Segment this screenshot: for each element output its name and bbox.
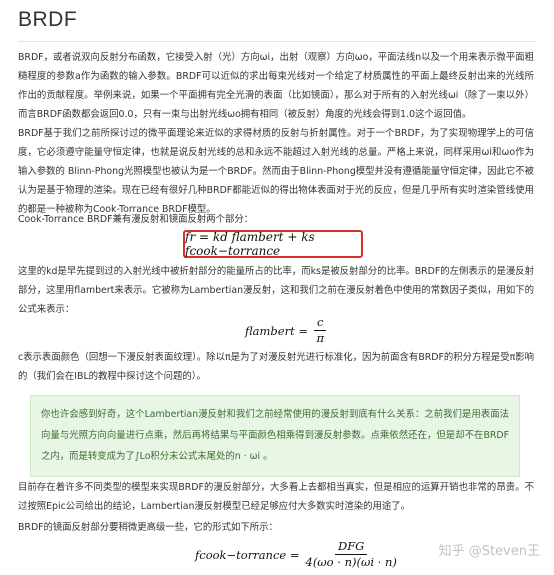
paragraph-brdf-intro: BRDF，或者说双向反射分布函数，它接受入射（光）方向ωi，出射（观察）方向ωo… — [18, 52, 534, 120]
equation-lambert-denominator: π — [316, 331, 325, 345]
equation-cook-torrance-denominator: 4(ωo · n)(ωi · n) — [305, 555, 397, 569]
paragraph-energy-conservation: BRDF基于我们之前所探讨过的微平面理论来近似的求得材质的反射与折射属性。对于一… — [18, 128, 534, 215]
equation-lambert-fraction: c π — [314, 316, 327, 345]
equation-lambert: flambert = c π — [245, 316, 327, 345]
info-note-text: 你也许会感到好奇，这个Lambertian漫反射和我们之前经常使用的漫反射到底有… — [41, 409, 509, 462]
equation-brdf-highlighted: fr = kd flambert + ks fcook−torrance — [183, 230, 363, 258]
paragraph-surface-color: c表示表面颜色（回想一下漫反射表面纹理）。除以π是为了对漫反射光进行标准化，因为… — [18, 352, 534, 382]
equation-cook-torrance-fraction: DFG 4(ωo · n)(ωi · n) — [306, 540, 397, 569]
paragraph-diffuse-models: 目前存在着许多不同类型的模型来实现BRDF的漫反射部分，大多看上去都相当真实，但… — [18, 482, 534, 512]
equation-cook-torrance-numerator: DFG — [334, 540, 368, 555]
equation-cook-torrance-lhs: fcook−torrance = — [195, 547, 300, 562]
paragraph-cook-torrance-intro: Cook-Torrance BRDF兼有漫反射和镜面反射两个部分： — [18, 214, 254, 225]
title-divider — [18, 41, 536, 42]
equation-lambert-lhs: flambert = — [245, 323, 309, 338]
page-title: BRDF — [18, 8, 78, 31]
info-note-box: 你也许会感到好奇，这个Lambertian漫反射和我们之前经常使用的漫反射到底有… — [30, 395, 520, 477]
article-page: BRDF BRDF，或者说双向反射分布函数，它接受入射（光）方向ωi，出射（观察… — [0, 0, 554, 575]
equation-cook-torrance: fcook−torrance = DFG 4(ωo · n)(ωi · n) — [195, 540, 397, 569]
zhihu-watermark: 知乎 @Steven王 — [438, 544, 540, 559]
paragraph-specular-intro: BRDF的镜面反射部分要稍微更高级一些，它的形式如下所示： — [18, 522, 278, 533]
equation-lambert-numerator: c — [314, 316, 327, 331]
paragraph-kd-ks: 这里的kd是早先提到过的入射光线中被折射部分的能量所占的比率，而ks是被反射部分… — [18, 266, 535, 315]
